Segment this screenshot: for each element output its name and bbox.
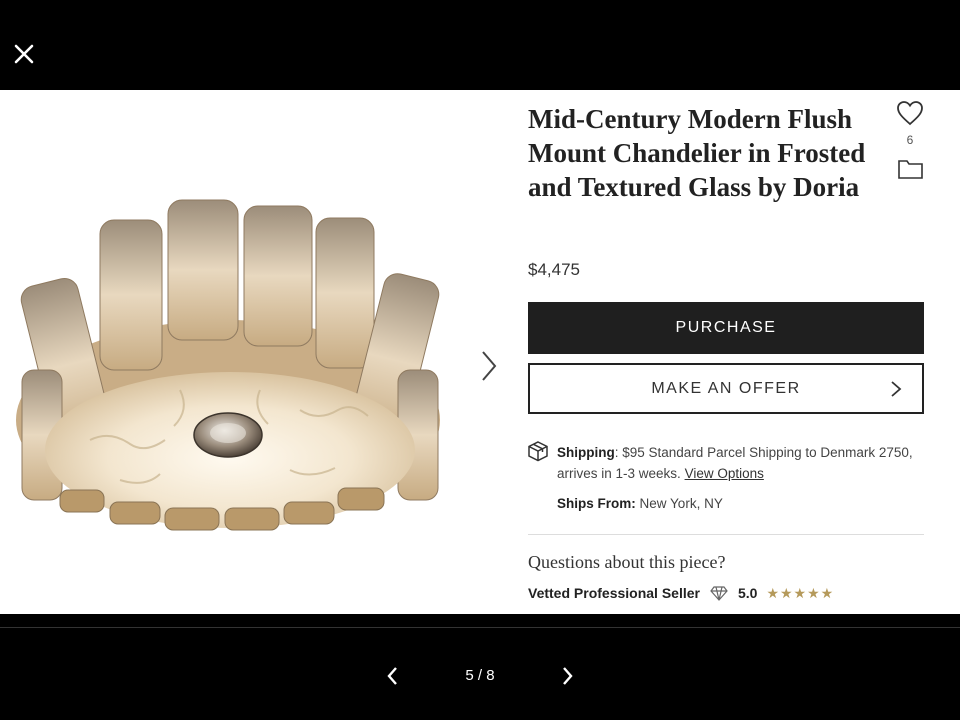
price: $4,475	[528, 260, 580, 279]
make-offer-button[interactable]: MAKE AN OFFER	[528, 363, 924, 414]
close-icon[interactable]	[12, 42, 36, 66]
purchase-button[interactable]: PURCHASE	[528, 302, 924, 354]
shipping-info: Shipping: $95 Standard Parcel Shipping t…	[557, 442, 932, 484]
package-icon	[528, 441, 548, 462]
ships-from-value: New York, NY	[639, 496, 723, 511]
seller-rating: 5.0	[737, 585, 758, 601]
view-options-link[interactable]: View Options	[685, 466, 764, 481]
chevron-right-icon[interactable]	[560, 664, 576, 688]
folder-icon[interactable]	[897, 158, 924, 180]
heart-icon[interactable]	[896, 100, 924, 126]
purchase-label: PURCHASE	[675, 319, 777, 336]
next-image-chevron-icon[interactable]	[476, 348, 500, 384]
make-offer-label: MAKE AN OFFER	[651, 379, 801, 397]
questions-link[interactable]: Questions about this piece?	[528, 552, 725, 573]
product-title: Mid-Century Modern Flush Mount Chandelie…	[528, 104, 866, 202]
seller-info: Vetted Professional Seller 5.0 ★★★★★	[528, 584, 834, 602]
chandelier-photo	[16, 199, 440, 531]
image-counter: 5 / 8	[465, 667, 495, 684]
seller-label: Vetted Professional Seller	[528, 585, 700, 601]
favorite[interactable]: 6	[895, 100, 925, 147]
chevron-left-icon[interactable]	[384, 664, 400, 688]
top-bar	[0, 0, 960, 90]
shipping-label: Shipping	[557, 445, 615, 460]
image-viewer: Mid-Century Modern Flush Mount Chandelie…	[0, 90, 960, 614]
ships-from: Ships From: New York, NY	[557, 496, 723, 511]
divider	[528, 534, 924, 535]
star-rating-icons: ★★★★★	[766, 584, 835, 601]
ships-from-label: Ships From:	[557, 496, 636, 511]
bottom-divider	[0, 627, 960, 628]
favorites-count: 6	[906, 133, 914, 147]
chevron-right-icon	[891, 381, 902, 397]
diamond-icon	[710, 586, 728, 601]
